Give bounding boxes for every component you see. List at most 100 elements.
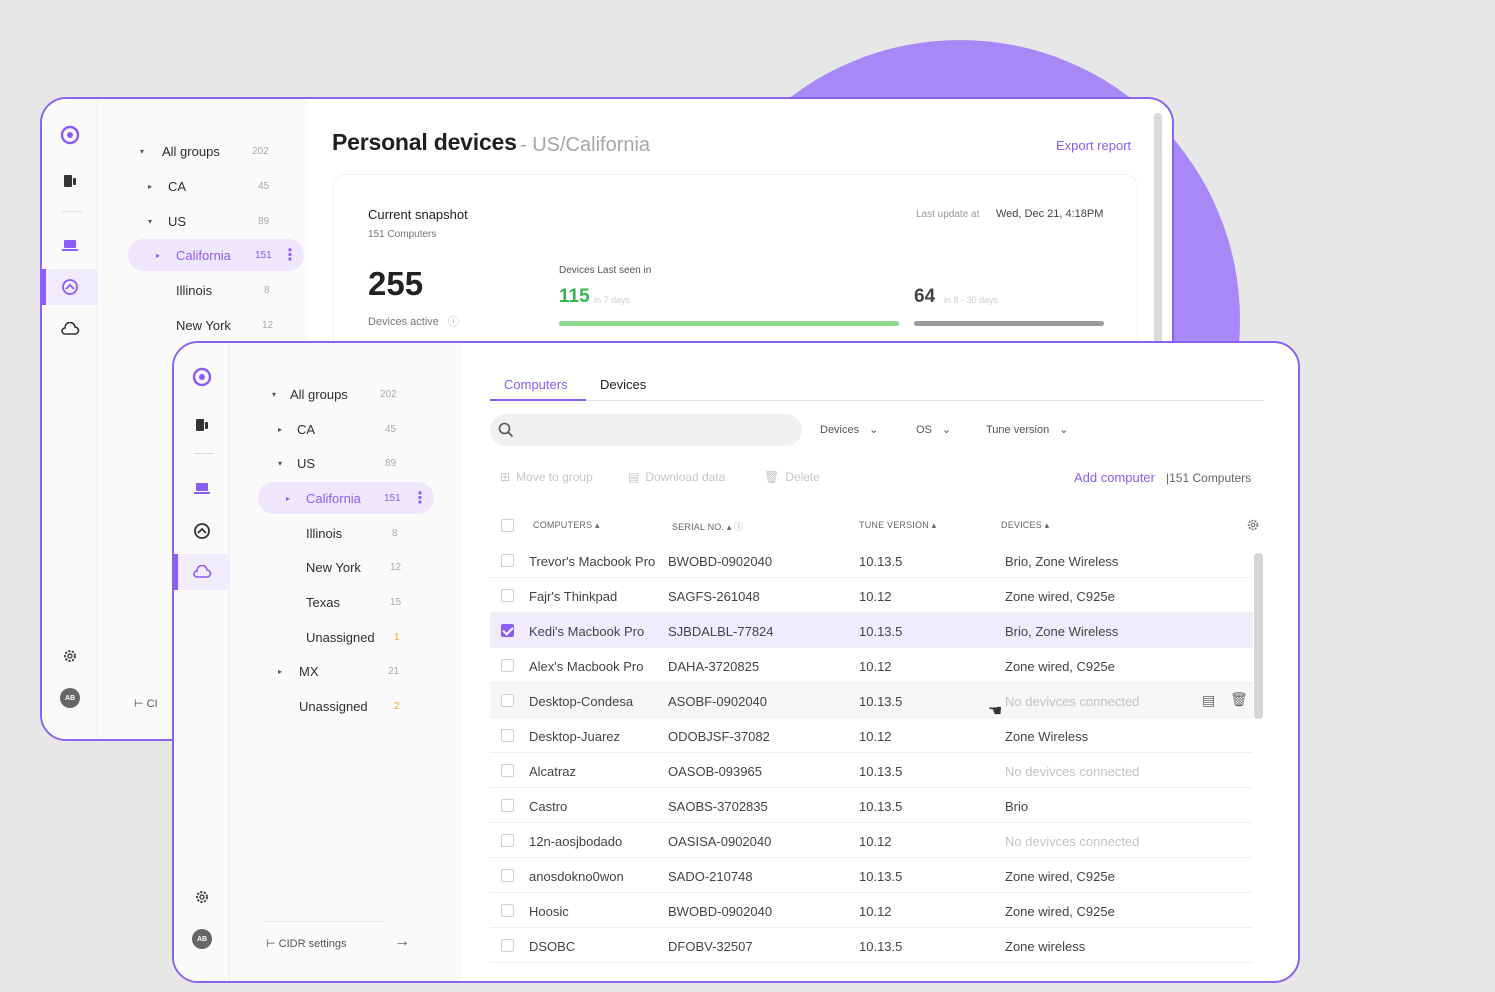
row-checkbox[interactable] [501,659,514,672]
group-count: 89 [385,457,397,469]
logo-icon[interactable] [42,117,98,153]
cloud-icon[interactable] [42,311,98,347]
collapse-arrow-icon[interactable]: ▾ [148,217,152,226]
table-scrollbar[interactable] [1254,553,1263,719]
search-input[interactable] [490,414,802,446]
table-row[interactable]: Desktop-Condesa ASOBF-0902040 10.13.5 No… [490,683,1253,718]
group-texas[interactable]: Texas 15 [266,586,416,618]
collapse-arrow-icon[interactable]: ▾ [272,390,276,399]
download-row-icon[interactable]: ▤ [1202,692,1215,709]
row-checkbox[interactable] [501,869,514,882]
back-cidr-link[interactable]: ⊢ CI [134,697,158,710]
table-row[interactable]: Alcatraz OASOB-093965 10.13.5 No devivce… [490,753,1253,788]
last-update-label: Last update at [916,209,980,220]
group-new-york[interactable]: New York 12 [134,309,284,341]
expand-arrow-icon[interactable]: ▸ [156,251,160,260]
group-us[interactable]: ▾ US 89 [134,205,284,237]
row-checkbox[interactable] [501,589,514,602]
more-options-icon[interactable]: ⋮ [412,488,428,508]
column-header-serial[interactable]: Serial no. ▴ ⓘ [672,520,744,533]
row-checkbox[interactable] [501,834,514,847]
group-mx[interactable]: ▸ MX 21 [266,655,416,687]
export-report-link[interactable]: Export report [1056,138,1131,153]
row-checkbox[interactable] [501,904,514,917]
expand-arrow-icon[interactable]: ▸ [278,667,282,676]
add-computer-link[interactable]: Add computer [1074,470,1155,485]
cell-serial: BWOBD-0902040 [668,904,773,919]
group-california[interactable]: ▸ California 151 ⋮ [128,239,304,271]
computer-icon[interactable] [42,227,98,263]
row-checkbox[interactable] [501,694,514,707]
table-row[interactable]: Hoosic BWOBD-0902040 10.12 Zone wired, C… [490,893,1253,928]
row-checkbox[interactable] [501,939,514,952]
filter-tune-version[interactable]: Tune version ⌄ [986,423,1068,436]
group-all[interactable]: ▾ All groups 202 [266,378,416,410]
avatar[interactable]: AB [60,688,80,708]
group-us[interactable]: ▾ US 89 [266,447,416,479]
row-checkbox[interactable] [501,799,514,812]
group-ca[interactable]: ▸ CA 45 [134,170,284,202]
move-to-group-button[interactable]: ⊞ Move to group [500,470,593,484]
avatar-wrap[interactable]: AB [174,921,230,957]
group-label: California [176,247,231,263]
tree-icon: ⊢ [134,698,147,710]
table-settings-icon[interactable] [1246,518,1260,532]
trash-icon[interactable]: 🗑 [1230,691,1248,708]
expand-arrow-icon[interactable]: ▸ [286,494,290,503]
table-row[interactable]: Trevor's Macbook Pro BWOBD-0902040 10.13… [490,543,1253,578]
column-header-computers[interactable]: Computers ▴ [533,520,600,531]
group-unassigned[interactable]: Unassigned 2 [266,690,416,722]
delete-button[interactable]: 🗑 Delete [764,470,820,484]
devices-icon[interactable] [42,163,98,199]
collapse-arrow-icon[interactable]: ▾ [278,459,282,468]
filter-os[interactable]: OS ⌄ [916,423,951,436]
group-us-unassigned[interactable]: Unassigned 1 [266,621,416,653]
group-california[interactable]: ▸ California 151 ⋮ [258,482,434,514]
tab-devices[interactable]: Devices [600,377,646,392]
filter-devices[interactable]: Devices ⌄ [820,423,878,436]
group-ca[interactable]: ▸ CA 45 [266,413,416,445]
info-icon[interactable]: ⓘ [448,316,459,328]
table-row[interactable]: Fajr's Thinkpad SAGFS-261048 10.12 Zone … [490,578,1253,613]
devices-icon[interactable] [174,407,230,443]
avatar-wrap[interactable]: AB [42,680,98,716]
info-icon[interactable]: ⓘ [734,522,743,532]
table-row[interactable]: Castro SAOBS-3702835 10.13.5 Brio [490,788,1253,823]
table-row[interactable]: 12n-aosjbodado OASISA-0902040 10.12 No d… [490,823,1253,858]
table-row[interactable]: Desktop-Juarez ODOBJSF-37082 10.12 Zone … [490,718,1253,753]
row-checkbox[interactable] [501,764,514,777]
group-new-york[interactable]: New York 12 [266,551,416,583]
select-all-checkbox[interactable] [501,519,514,532]
computer-icon[interactable] [174,470,230,506]
table-row[interactable]: Alex's Macbook Pro DAHA-3720825 10.12 Zo… [490,648,1253,683]
column-header-tune-version[interactable]: Tune version ▴ [859,520,936,531]
download-data-button[interactable]: ▤ Download data [628,470,725,484]
more-options-icon[interactable]: ⋮ [282,245,298,265]
avatar[interactable]: AB [192,929,212,949]
dashboard-icon[interactable] [174,513,230,549]
group-illinois[interactable]: Illinois 8 [266,517,416,549]
older-label: in 8 - 30 days [944,295,999,305]
column-header-devices[interactable]: Devices ▴ [1001,520,1049,531]
dashboard-icon[interactable] [42,269,98,305]
expand-arrow-icon[interactable]: ▸ [278,425,282,434]
cell-serial: SAGFS-261048 [668,589,760,604]
arrow-right-icon[interactable]: → [394,933,410,951]
settings-icon[interactable] [174,879,230,915]
tab-computers[interactable]: Computers [504,377,568,392]
logo-icon[interactable] [174,359,230,395]
group-all[interactable]: ▾ All groups 202 [134,135,284,167]
expand-arrow-icon[interactable]: ▸ [148,182,152,191]
cidr-settings-link[interactable]: ⊢ CIDR settings [266,937,347,950]
group-illinois[interactable]: Illinois 8 [134,274,284,306]
row-checkbox[interactable] [501,729,514,742]
collapse-arrow-icon[interactable]: ▾ [140,147,144,156]
table-row[interactable]: anosdokno0won SADO-210748 10.13.5 Zone w… [490,858,1253,893]
row-checkbox[interactable] [501,624,514,637]
back-scrollbar[interactable] [1154,113,1162,353]
table-row[interactable]: DSOBC DFOBV-32507 10.13.5 Zone wireless [490,928,1253,963]
table-row[interactable]: Kedi's Macbook Pro SJBDALBL-77824 10.13.… [490,613,1253,648]
cloud-icon[interactable] [174,554,230,590]
settings-icon[interactable] [42,638,98,674]
row-checkbox[interactable] [501,554,514,567]
